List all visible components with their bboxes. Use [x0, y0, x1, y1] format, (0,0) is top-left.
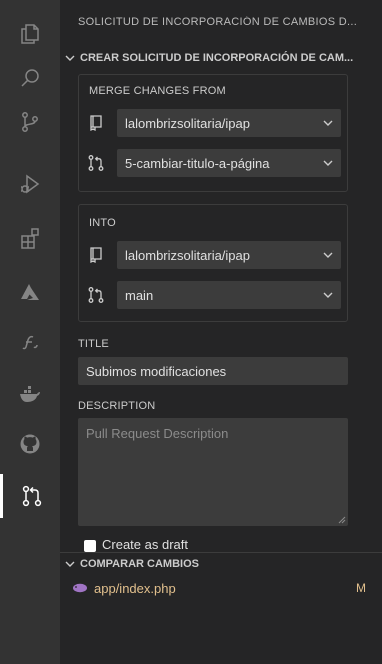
pull-request-icon [88, 155, 104, 171]
chevron-down-icon [323, 252, 333, 258]
chevron-down-icon [323, 120, 333, 126]
compare-changes-section-header[interactable]: COMPARAR CAMBIOS [60, 554, 382, 574]
activity-azure[interactable] [0, 270, 60, 314]
activity-extensions[interactable] [0, 216, 60, 260]
php-file-icon [73, 583, 87, 593]
activity-pull-requests[interactable] [0, 474, 60, 518]
chevron-down-icon [65, 561, 75, 567]
docker-icon [20, 386, 40, 402]
merge-from-repo-row: lalombrizsolitaria/ipap [87, 109, 341, 137]
create-as-draft-checkbox[interactable]: Create as draft [84, 540, 188, 552]
search-icon [21, 69, 39, 87]
files-icon [21, 24, 39, 44]
chevron-down-icon [323, 160, 333, 166]
into-repo-value: lalombrizsolitaria/ipap [125, 247, 250, 263]
merge-from-label: MERGE CHANGES FROM [89, 85, 226, 97]
into-label: INTO [89, 217, 116, 229]
chevron-down-icon [65, 55, 75, 61]
description-textarea[interactable]: Pull Request Description [78, 418, 348, 526]
description-placeholder: Pull Request Description [86, 426, 229, 441]
extensions-icon [21, 228, 39, 249]
into-repo-row: lalombrizsolitaria/ipap [87, 241, 341, 269]
changed-file-name: app/index.php [94, 580, 176, 596]
symfony-icon [22, 335, 38, 350]
merge-from-branch-select[interactable]: 5-cambiar-titulo-a-página [117, 149, 341, 177]
merge-from-repo-value: lalombrizsolitaria/ipap [125, 115, 250, 131]
into-branch-row: main [87, 281, 341, 309]
merge-from-branch-row: 5-cambiar-titulo-a-página [87, 149, 341, 177]
chevron-down-icon [323, 292, 333, 298]
repo-icon [90, 247, 102, 264]
compare-changes-section-title: COMPARAR CAMBIOS [80, 558, 199, 570]
title-label: TITLE [78, 338, 109, 350]
activity-search[interactable] [0, 56, 60, 100]
merge-from-group: MERGE CHANGES FROM lalombrizsolitaria/ip… [78, 74, 348, 192]
create-as-draft-label: Create as draft [102, 540, 188, 552]
pull-request-icon [88, 287, 104, 303]
github-icon [20, 434, 40, 454]
source-control-icon [22, 112, 38, 132]
description-label: DESCRIPTION [78, 400, 156, 412]
changed-file-item[interactable]: app/index.php M [60, 578, 382, 598]
create-pr-section-header[interactable]: CREAR SOLICITUD DE INCORPORACIÓN DE CAM.… [60, 48, 382, 68]
title-input-value: Subimos modificaciones [86, 363, 227, 379]
into-group: INTO lalombrizsolitaria/ipap main [78, 204, 348, 322]
activity-source-control[interactable] [0, 100, 60, 144]
activity-github[interactable] [0, 422, 60, 466]
into-repo-select[interactable]: lalombrizsolitaria/ipap [117, 241, 341, 269]
activity-bar [0, 0, 60, 664]
merge-from-repo-select[interactable]: lalombrizsolitaria/ipap [117, 109, 341, 137]
repo-icon [90, 115, 102, 132]
activity-explorer[interactable] [0, 12, 60, 56]
pull-request-panel: SOLICITUD DE INCORPORACIÓN DE CAMBIOS D.… [60, 0, 382, 664]
panel-title: SOLICITUD DE INCORPORACIÓN DE CAMBIOS D.… [78, 16, 358, 28]
resize-handle-icon[interactable] [338, 516, 346, 524]
activity-docker[interactable] [0, 372, 60, 416]
activity-run-debug[interactable] [0, 162, 60, 206]
title-input[interactable]: Subimos modificaciones [78, 357, 348, 385]
into-branch-select[interactable]: main [117, 281, 341, 309]
activity-symfony[interactable] [0, 320, 60, 364]
azure-icon [21, 284, 39, 300]
into-branch-value: main [125, 287, 154, 303]
checkbox-box[interactable] [84, 540, 96, 552]
create-pr-section-title: CREAR SOLICITUD DE INCORPORACIÓN DE CAM.… [80, 52, 354, 64]
pull-request-icon [22, 485, 41, 507]
run-debug-icon [21, 174, 40, 194]
merge-from-branch-value: 5-cambiar-titulo-a-página [125, 155, 270, 171]
changed-file-status: M [356, 581, 366, 595]
section-divider [60, 552, 382, 553]
